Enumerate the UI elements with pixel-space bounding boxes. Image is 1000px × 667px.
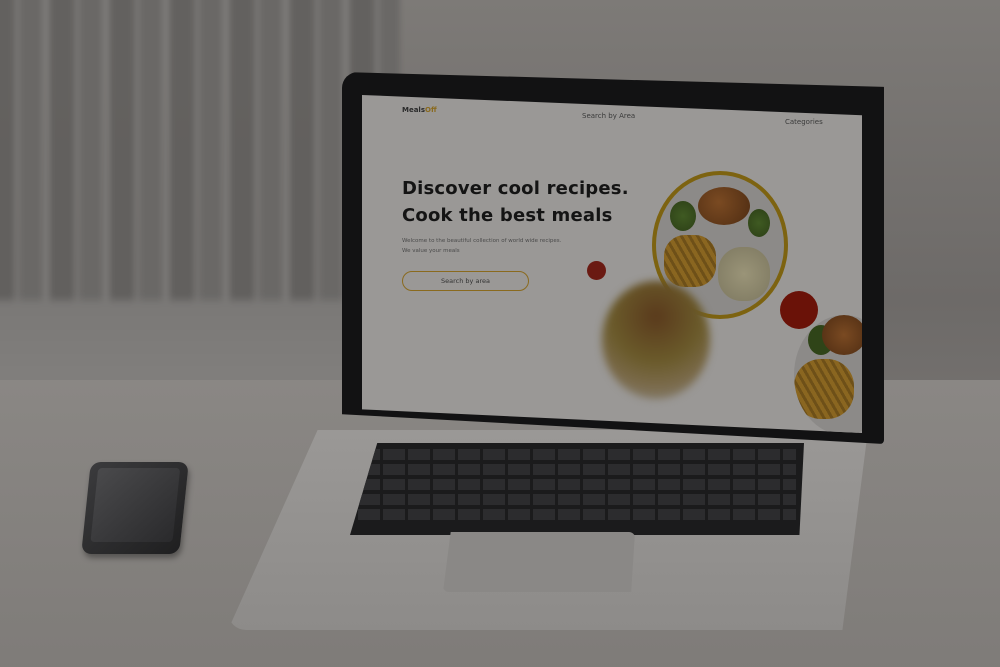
fries	[794, 359, 854, 419]
roast-chicken	[822, 315, 862, 355]
headline-line-2: Cook the best meals	[402, 205, 613, 226]
rice	[718, 247, 770, 301]
logo-prefix: Meals	[402, 106, 426, 114]
salad	[748, 209, 770, 237]
key-row	[358, 509, 796, 520]
laptop-keyboard	[350, 443, 804, 535]
key-row	[358, 479, 796, 490]
blurred-dish-image	[602, 281, 710, 399]
edge-dish-image	[794, 315, 862, 433]
headline-line-1: Discover cool recipes.	[402, 178, 629, 199]
site-logo[interactable]: MealsOff	[402, 106, 437, 114]
key-row	[358, 464, 796, 475]
photo-scene: MealsOff Search by Area Categories Disco…	[0, 0, 1000, 667]
tomato-decoration	[780, 291, 818, 329]
laptop-trackpad	[443, 532, 635, 592]
logo-accent: Off	[425, 106, 437, 114]
phone-icon	[81, 462, 189, 554]
salad	[670, 201, 696, 231]
laptop-screen: MealsOff Search by Area Categories Disco…	[362, 95, 862, 433]
search-by-area-button[interactable]: Search by area	[402, 271, 529, 291]
nav-categories[interactable]: Categories	[785, 118, 823, 126]
key-row	[358, 494, 796, 505]
hero-headline: Discover cool recipes. Cook the best mea…	[402, 175, 629, 229]
roast-chicken	[698, 187, 750, 225]
nav-search-by-area[interactable]: Search by Area	[582, 112, 635, 120]
tomato-decoration	[587, 261, 606, 280]
phone-screen	[90, 468, 181, 542]
fries	[664, 235, 716, 287]
subtext-line-2: We value your meals	[402, 248, 460, 254]
hero-subtext: Welcome to the beautiful collection of w…	[402, 236, 572, 256]
key-row	[358, 449, 796, 460]
subtext-line-1: Welcome to the beautiful collection of w…	[402, 238, 562, 244]
